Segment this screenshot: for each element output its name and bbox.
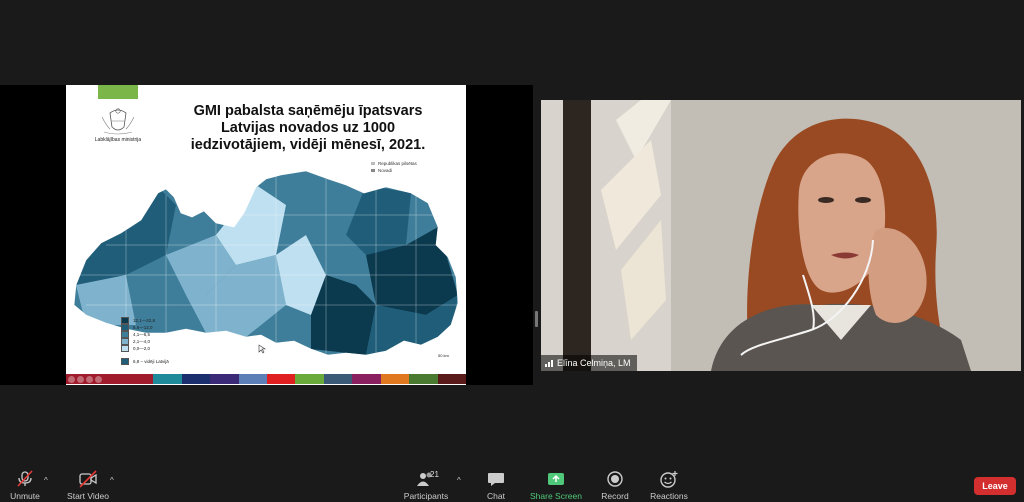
strip-segment [153,374,182,384]
legend-average-label: 6,8 – vidēji Latvijā [133,359,169,364]
participant-name: Elīna Celmiņa, LM [557,358,631,368]
strip-segment [210,374,239,384]
strip-segment [352,374,381,384]
unmute-button[interactable]: Unmute [7,462,43,502]
strip-segment [437,374,466,384]
video-options-chevron-icon[interactable]: ^ [110,476,114,485]
participants-button[interactable]: 21 Participants [402,462,450,502]
share-screen-icon [548,473,564,485]
legend-row: 6,6—12,0 [121,324,169,331]
strip-segment [266,374,296,384]
record-button[interactable]: Record [600,462,630,502]
slide-nav-controls[interactable] [66,374,154,384]
reactions-label: Reactions [650,491,688,501]
video-off-icon [79,470,97,488]
strip-segment [323,374,353,384]
legend-row: 4,1—6,5 [121,331,169,338]
signal-strength-icon [545,359,553,367]
record-icon [607,471,623,487]
slide-title: GMI pabalsta saņēmēju īpatsvars Latvijas… [190,103,426,153]
slide-color-strip [66,374,466,384]
participants-count: 21 [430,470,439,479]
start-video-button[interactable]: Start Video [66,462,110,502]
legend-row-label: 0,0—2,0 [133,346,151,351]
slide-accent-tab [98,85,138,99]
chat-bubble-icon [488,473,504,486]
map-color-legend: 12,1—22,8 6,6—12,0 4,1—6,5 2,1—4,0 0,0—2… [121,317,169,365]
participants-options-chevron-icon[interactable]: ^ [457,476,461,485]
chat-button[interactable]: Chat [481,462,511,502]
legend-row-label: 6,6—12,0 [133,325,153,330]
share-screen-button[interactable]: Share Screen [530,462,582,502]
legend-row: 0,0—2,0 [121,345,169,352]
strip-segment [181,374,211,384]
meeting-toolbar: Unmute ^ Start Video ^ 21 Participants ^… [0,462,1024,501]
coat-of-arms-logo [101,108,135,135]
participants-icon: 21 [416,470,439,488]
reactions-button[interactable]: Reactions [650,462,688,502]
ministry-name: Labklājības ministrija [94,137,142,143]
muted-microphone-icon [17,470,33,487]
record-label: Record [601,491,629,501]
cursor-arrow-icon [258,344,266,354]
split-view-handle[interactable] [535,311,538,327]
next-slide-icon[interactable] [77,375,84,383]
legend-row: 12,1—22,8 [121,317,169,324]
prev-slide-icon[interactable] [68,375,75,383]
share-screen-label: Share Screen [530,491,582,501]
pen-tool-icon[interactable] [86,375,93,383]
strip-segment [409,374,438,384]
legend-row-label: 4,1—6,5 [133,332,151,337]
legend-average: 6,8 – vidēji Latvijā [121,358,169,365]
strip-segment [238,374,267,384]
strip-segment [380,374,410,384]
legend-row: 2,1—4,0 [121,338,169,345]
slides-grid-icon[interactable] [95,375,102,383]
legend-row-label: 12,1—22,8 [133,318,156,323]
strip-segment [295,374,324,384]
start-video-label: Start Video [67,491,109,501]
legend-row-label: 2,1—4,0 [133,339,151,344]
unmute-label: Unmute [10,491,40,501]
participant-video[interactable]: Elīna Celmiņa, LM [541,100,1021,371]
video-frame [541,100,1021,371]
participants-label: Participants [403,491,449,501]
audio-options-chevron-icon[interactable]: ^ [44,476,48,485]
participant-name-tag: Elīna Celmiņa, LM [541,355,637,371]
presentation-slide: Labklājības ministrija GMI pabalsta saņē… [66,85,466,385]
shared-screen: Labklājības ministrija GMI pabalsta saņē… [0,85,538,385]
map-scale: 50 km [438,353,449,358]
leave-button[interactable]: Leave [974,477,1016,495]
emoji-smile-icon [660,471,678,488]
chat-label: Chat [487,491,505,501]
